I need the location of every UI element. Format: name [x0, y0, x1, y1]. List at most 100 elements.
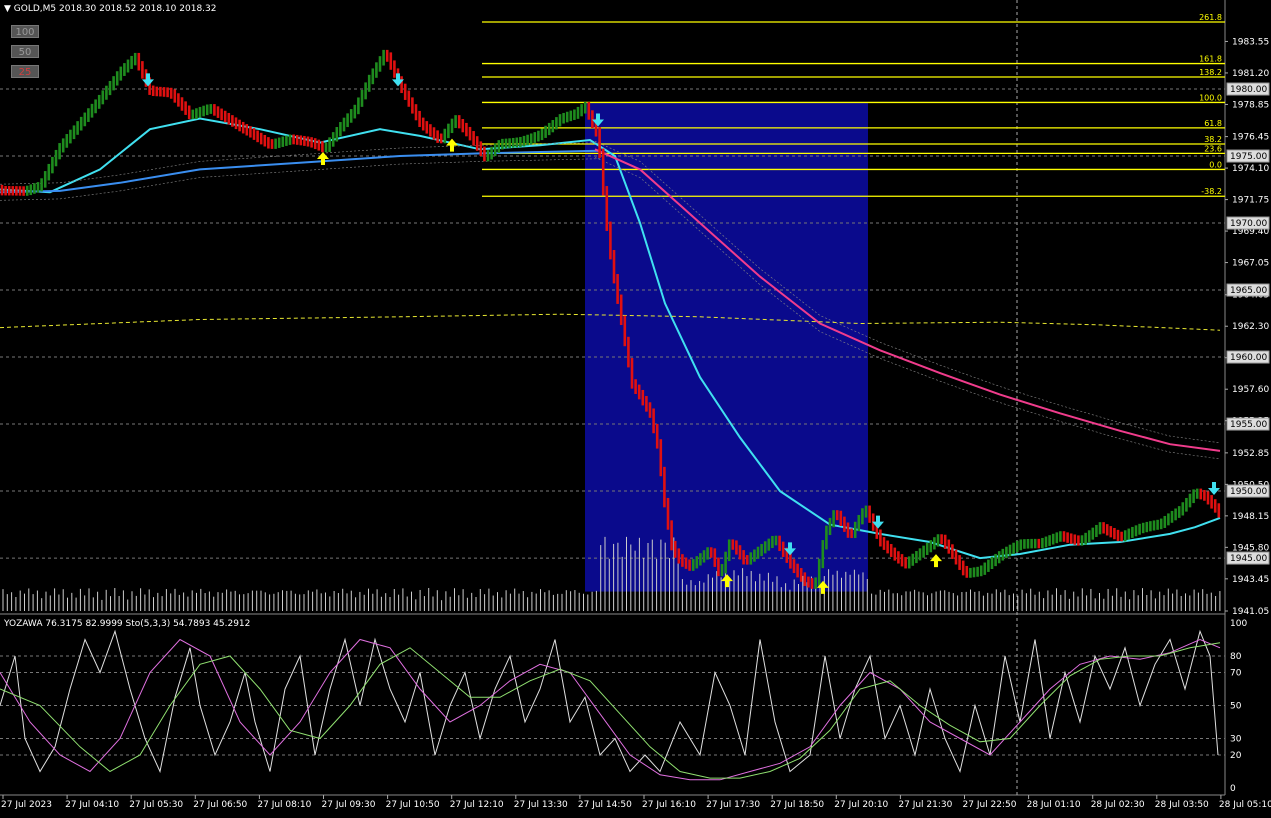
- candle: [1188, 493, 1192, 508]
- triangle-down-icon[interactable]: ▼: [4, 4, 11, 14]
- candle: [767, 538, 771, 551]
- candle: [220, 108, 223, 121]
- candle: [544, 125, 547, 138]
- candle: [321, 141, 324, 153]
- candle: [43, 171, 47, 188]
- candle: [94, 99, 97, 114]
- candle: [191, 109, 195, 120]
- candle: [1091, 527, 1095, 540]
- candle: [1095, 524, 1098, 538]
- candle: [533, 132, 537, 143]
- candle: [897, 551, 900, 564]
- candle: [119, 66, 123, 81]
- price-tick-label: 1957.60: [1232, 385, 1269, 395]
- candle: [569, 110, 573, 122]
- price-tick-label: 1967.05: [1232, 259, 1269, 269]
- candle: [749, 552, 753, 565]
- candle: [839, 510, 843, 526]
- fib-label: 38.2: [1204, 135, 1222, 144]
- candle: [1073, 534, 1077, 545]
- candle: [187, 105, 191, 120]
- candle: [522, 135, 526, 147]
- candle: [216, 106, 220, 118]
- candle: [763, 541, 767, 554]
- candle: [475, 136, 479, 151]
- candle: [558, 114, 562, 127]
- candle: [87, 108, 90, 122]
- candle: [684, 557, 688, 569]
- candle: [547, 122, 551, 136]
- candle: [1019, 539, 1023, 551]
- candle: [1044, 536, 1048, 548]
- candle: [306, 136, 310, 147]
- candle: [688, 559, 691, 571]
- candle: [162, 87, 166, 97]
- candle: [58, 143, 61, 160]
- candle: [324, 142, 328, 153]
- price-box-label: 1960.00: [1230, 353, 1267, 363]
- candle: [346, 113, 349, 128]
- candle: [551, 120, 555, 133]
- candle: [267, 137, 270, 149]
- candle: [915, 551, 918, 564]
- candle: [83, 112, 87, 127]
- lot-button-50[interactable]: 50: [11, 45, 39, 58]
- candle: [573, 109, 576, 120]
- candle: [457, 115, 461, 129]
- time-tick-label: 27 Jul 22:50: [963, 800, 1017, 810]
- osc-level-label: 80: [1230, 652, 1242, 662]
- candle: [961, 560, 965, 576]
- candle: [18, 186, 22, 196]
- candle: [969, 567, 972, 578]
- candle: [1149, 521, 1152, 532]
- candle: [868, 505, 871, 523]
- candle: [245, 124, 249, 136]
- fib-label: 0.0: [1209, 160, 1222, 169]
- candle: [562, 112, 565, 124]
- candle: [97, 94, 101, 109]
- candle: [900, 554, 904, 567]
- candle: [1069, 533, 1073, 544]
- candle: [263, 134, 267, 147]
- candle: [580, 104, 583, 117]
- candle: [1159, 518, 1163, 530]
- lot-button-100[interactable]: 100: [11, 25, 39, 38]
- candle: [493, 143, 497, 157]
- candle: [353, 104, 357, 119]
- price-box-label: 1965.00: [1230, 286, 1267, 296]
- candle: [339, 122, 342, 137]
- price-box-label: 1970.00: [1230, 219, 1267, 229]
- lot-button-25[interactable]: 25: [11, 65, 39, 78]
- candle: [202, 105, 205, 117]
- candle: [1206, 491, 1210, 505]
- candle: [252, 128, 256, 140]
- chart-canvas[interactable]: 261.8 161.8 138.2 100.0 61.8 38.223.6 0.0 -38.2…: [0, 0, 1271, 814]
- candle: [709, 547, 713, 558]
- osc-level-label: 100: [1230, 619, 1247, 629]
- candle: [1116, 529, 1120, 542]
- candle: [1026, 539, 1030, 549]
- candle: [983, 562, 987, 575]
- chart-window[interactable]: 261.8 161.8 138.2 100.0 61.8 38.2 23.6 0.0 -38.2…: [0, 0, 1271, 814]
- time-tick-label: 28 Jul 05:10: [1219, 800, 1271, 810]
- candle: [911, 553, 915, 566]
- candle: [825, 525, 828, 550]
- candle: [742, 550, 745, 565]
- candle: [691, 559, 695, 571]
- candle: [468, 126, 472, 141]
- candle: [29, 184, 33, 196]
- price-tick-label: 1974.10: [1232, 164, 1269, 174]
- candle: [1185, 497, 1188, 512]
- candle: [47, 163, 51, 181]
- candle: [241, 121, 245, 134]
- candle: [807, 576, 810, 588]
- candle: [889, 544, 893, 557]
- price-tick-label: 1943.45: [1232, 575, 1269, 585]
- candle: [108, 80, 112, 96]
- candle: [141, 61, 144, 79]
- candle: [439, 133, 443, 144]
- time-tick-label: 27 Jul 13:30: [514, 800, 568, 810]
- candle: [479, 141, 483, 157]
- candle: [821, 540, 825, 569]
- candle: [1062, 531, 1066, 542]
